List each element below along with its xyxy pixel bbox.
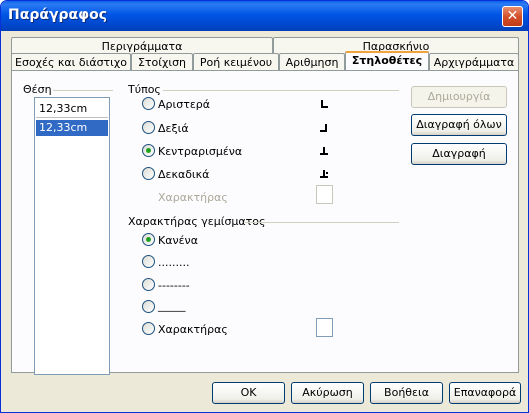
- fill-dots-label: .........: [158, 256, 190, 269]
- cancel-button[interactable]: Ακύρωση: [291, 382, 364, 404]
- fill-separator: [245, 222, 399, 223]
- fill-character-radio[interactable]: [142, 322, 155, 335]
- tab-drop-caps[interactable]: Αρχιγράμματα: [429, 53, 519, 71]
- type-centered-radio[interactable]: [142, 144, 155, 157]
- type-left-radio[interactable]: [142, 97, 155, 110]
- paragraph-dialog: Παράγραφος ✕ Περιγράμματα Παρασκήνιο Εσο…: [0, 0, 529, 413]
- fill-dashes-radio[interactable]: [142, 278, 155, 291]
- ok-button[interactable]: OK: [212, 382, 285, 404]
- fill-none-label: Κανένα: [158, 234, 198, 247]
- type-centered-label: Κεντραρισμένα: [158, 145, 243, 158]
- close-button[interactable]: ✕: [502, 6, 523, 27]
- tab-numbering[interactable]: Αριθμηση: [279, 53, 345, 71]
- type-decimal-radio[interactable]: [142, 167, 155, 180]
- type-separator: [163, 90, 399, 91]
- type-character-field[interactable]: [316, 185, 333, 204]
- type-label: Τύπος: [128, 83, 161, 96]
- delete-button[interactable]: Διαγραφή: [411, 143, 507, 165]
- fill-character-label: Χαρακτήρας: [158, 323, 228, 336]
- new-button[interactable]: Δημιουργία: [411, 86, 507, 108]
- fill-dashes-label: --------: [158, 279, 190, 292]
- type-character-label: Χαρακτήρας: [158, 191, 228, 204]
- window-title: Παράγραφος: [8, 7, 108, 23]
- position-listbox[interactable]: 12,33cm 12,33cm: [34, 97, 110, 375]
- fill-dots-radio[interactable]: [142, 255, 155, 268]
- position-separator: [53, 90, 113, 91]
- fill-underline-radio[interactable]: [142, 300, 155, 313]
- tab-alignment[interactable]: Στοίχιση: [131, 53, 193, 71]
- type-left-label: Αριστερά: [158, 98, 211, 111]
- decimal-tab-icon: [319, 169, 330, 180]
- delete-all-button[interactable]: Διαγραφή όλων: [411, 114, 507, 136]
- tab-text-flow[interactable]: Ροή κειμένου: [193, 53, 279, 71]
- position-label: Θέση: [23, 83, 52, 96]
- center-tab-icon: [319, 146, 330, 157]
- type-right-label: Δεξιά: [158, 122, 189, 135]
- fill-none-radio[interactable]: [142, 233, 155, 246]
- fill-underline-label: _____: [158, 299, 186, 312]
- tab-indents-spacing[interactable]: Εσοχές και διάστιχο: [11, 53, 131, 71]
- type-decimal-label: Δεκαδικά: [158, 168, 210, 181]
- help-button[interactable]: Βοήθεια: [370, 382, 443, 404]
- reset-button[interactable]: Επαναφορά: [449, 382, 521, 404]
- type-right-radio[interactable]: [142, 121, 155, 134]
- position-list-item[interactable]: 12,33cm: [36, 120, 108, 136]
- left-tab-icon: [319, 99, 330, 110]
- tab-tabs[interactable]: Στηλοθέτες: [345, 51, 429, 71]
- title-bar[interactable]: Παράγραφος ✕: [1, 1, 528, 31]
- right-tab-icon: [319, 123, 330, 134]
- position-input[interactable]: 12,33cm: [36, 100, 108, 118]
- fill-character-field[interactable]: [316, 318, 333, 337]
